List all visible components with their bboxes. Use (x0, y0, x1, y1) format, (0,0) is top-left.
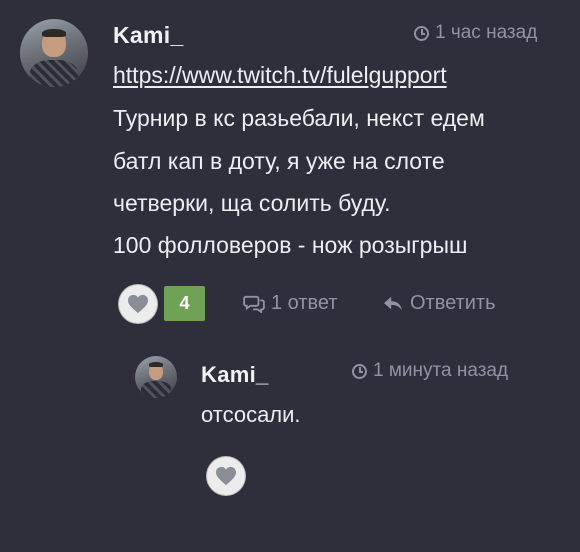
like-count-badge: 4 (164, 286, 205, 321)
comment-time-label: 1 час назад (435, 22, 538, 43)
reply-time: 1 минута назад (352, 360, 508, 382)
reply-body: отсосали. (201, 402, 301, 427)
heart-icon (128, 294, 148, 314)
comment-body-line: 100 фолловеров - нож розыгрыш (113, 232, 468, 258)
comments-icon (243, 295, 265, 313)
reply-author[interactable]: Kami_ (201, 362, 269, 388)
comment-thread: Kami_ 1 час назад https://www.twitch.tv/… (0, 0, 580, 552)
heart-icon (216, 466, 236, 486)
clock-icon (352, 363, 367, 379)
replies-count-label: 1 ответ (271, 292, 338, 314)
avatar-hair (148, 362, 164, 368)
reply-time-label: 1 минута назад (373, 360, 509, 381)
comment-body-line: четверки, ща солить буду. (113, 190, 391, 216)
comment-time: 1 час назад (414, 22, 537, 44)
reply-button[interactable]: Ответить (382, 292, 496, 315)
replies-count-button[interactable]: 1 ответ (243, 292, 338, 315)
avatar-shirt (29, 59, 79, 87)
avatar-shirt (140, 381, 172, 398)
comment-link[interactable]: https://www.twitch.tv/fulelgupport (113, 62, 447, 89)
like-button[interactable] (119, 285, 157, 323)
comment-body-line: Турнир в кс разьебали, некст едем (113, 105, 485, 131)
reply-like-button[interactable] (207, 457, 245, 495)
avatar-hair (42, 29, 66, 38)
reply-avatar[interactable] (135, 356, 177, 398)
clock-icon (414, 25, 429, 41)
reply-button-label: Ответить (410, 292, 496, 314)
reply-arrow-icon (384, 296, 402, 310)
comment-body-line: батл кап в доту, я уже на слоте (113, 148, 445, 174)
avatar[interactable] (20, 19, 88, 87)
comment-author[interactable]: Kami_ (113, 22, 184, 49)
